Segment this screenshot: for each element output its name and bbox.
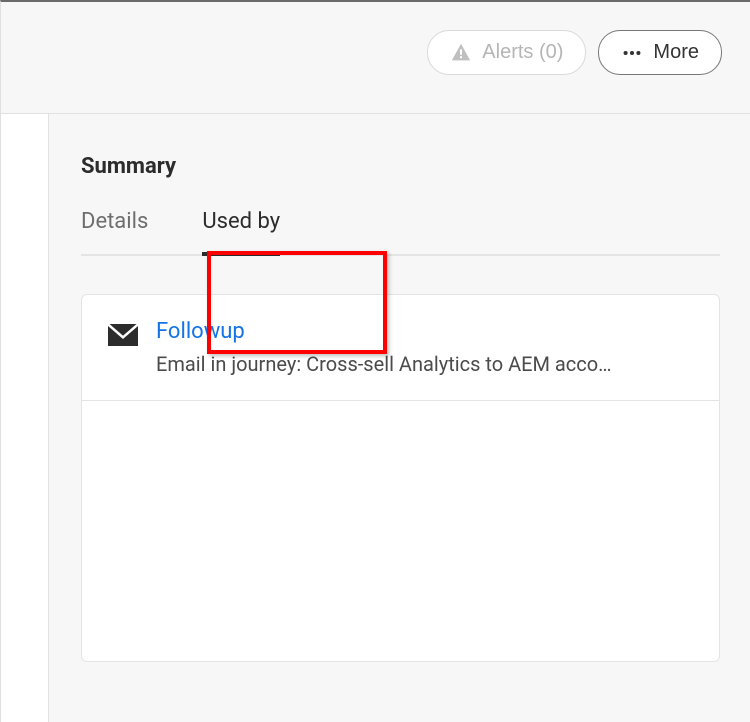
tab-used-by[interactable]: Used by [202,209,280,254]
used-by-list: Followup Email in journey: Cross-sell An… [81,294,720,662]
alerts-label: Alerts (0) [482,41,563,64]
list-item-title[interactable]: Followup [156,319,693,344]
summary-panel: Summary Details Used by Followup Email i… [49,114,750,722]
list-item-subtitle: Email in journey: Cross-sell Analytics t… [156,352,693,376]
more-button[interactable]: More [598,30,722,75]
summary-title: Summary [81,154,720,179]
list-empty-area [82,401,719,661]
tab-details[interactable]: Details [81,209,148,254]
more-icon [621,42,643,64]
email-icon [108,323,138,347]
app-frame: Alerts (0) More Summary Details Used by [0,0,750,722]
alert-icon [450,42,472,64]
alerts-button[interactable]: Alerts (0) [427,30,586,75]
topbar: Alerts (0) More [1,2,750,114]
tabs: Details Used by [81,209,720,256]
list-item: Followup Email in journey: Cross-sell An… [82,295,719,401]
body-area: Summary Details Used by Followup Email i… [1,114,750,722]
more-label: More [653,41,699,64]
list-item-text: Followup Email in journey: Cross-sell An… [156,319,693,376]
left-gutter [1,114,49,722]
